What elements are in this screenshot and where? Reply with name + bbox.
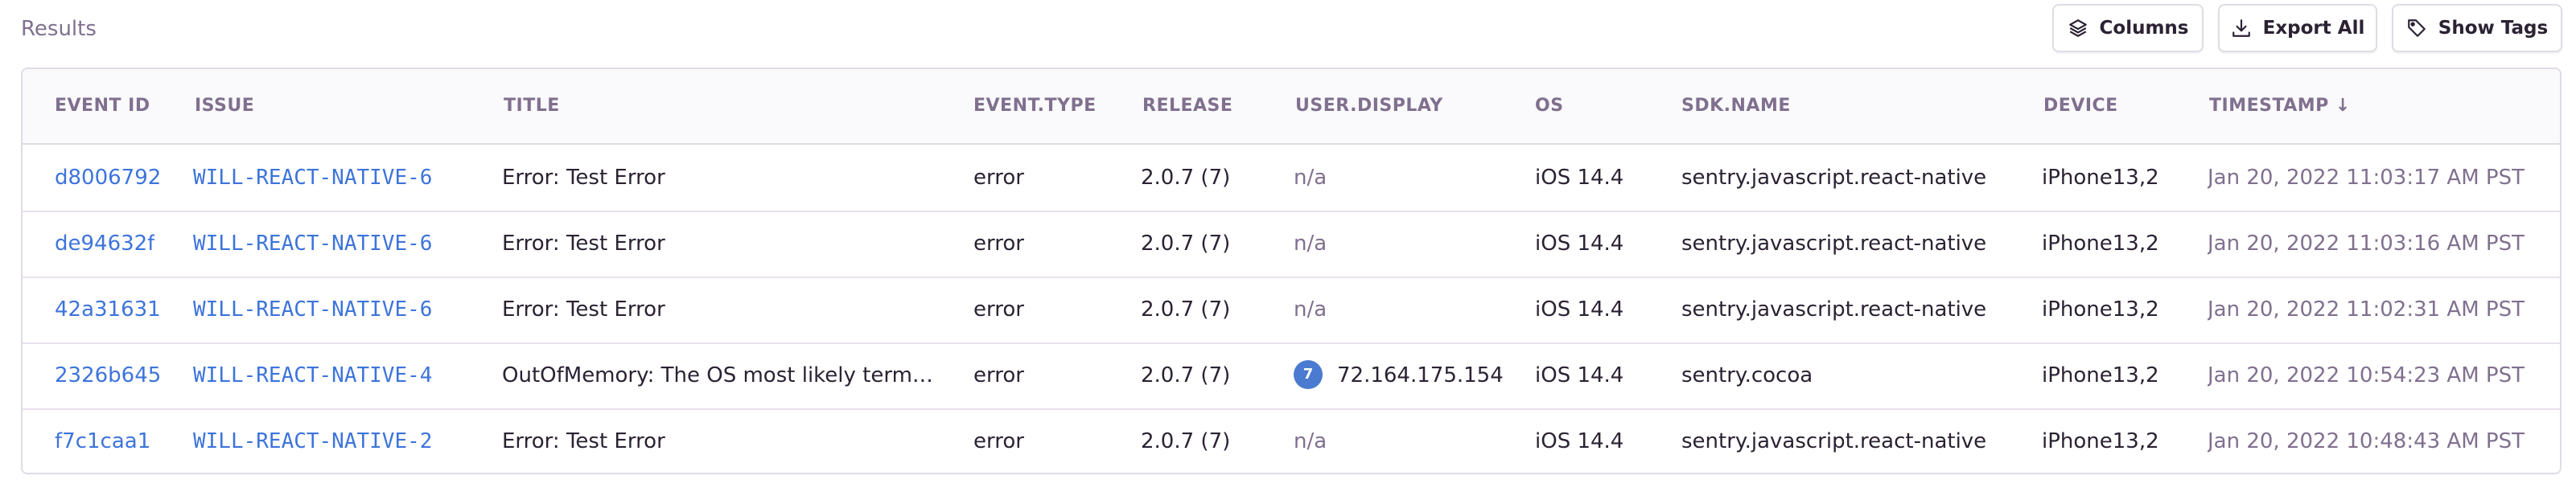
os-cell: iOS 14.4: [1535, 363, 1624, 387]
column-header-event-type[interactable]: EVENT.TYPE: [973, 69, 1097, 143]
event-type-cell: error: [973, 297, 1024, 322]
column-header-issue[interactable]: ISSUE: [195, 69, 254, 143]
title-cell[interactable]: Error: Test Error: [502, 211, 953, 277]
title-cell[interactable]: OutOfMemory: The OS most likely term…: [502, 342, 953, 408]
tag-icon: [2407, 19, 2426, 37]
title-cell[interactable]: Error: Test Error: [502, 145, 953, 211]
timestamp-cell: Jan 20, 2022 11:02:31 AM PST: [2208, 297, 2525, 322]
show-tags-button-label: Show Tags: [2438, 18, 2549, 39]
release-link[interactable]: 2.0.7 (7): [1141, 277, 1230, 342]
title-cell[interactable]: Error: Test Error: [502, 408, 953, 473]
timestamp-cell: Jan 20, 2022 11:03:16 AM PST: [2208, 232, 2525, 256]
table-row: f7c1caa1 WILL-REACT-NATIVE-2 Error: Test E…: [23, 408, 2560, 473]
user-display-cell: n/a: [1294, 429, 1327, 453]
column-header-event-id[interactable]: EVENT ID: [55, 69, 150, 143]
column-header-title[interactable]: TITLE: [504, 69, 560, 143]
device-cell: iPhone13,2: [2042, 166, 2159, 190]
issue-link[interactable]: WILL-REACT-NATIVE-6: [193, 211, 432, 277]
issue-link[interactable]: WILL-REACT-NATIVE-4: [193, 342, 432, 408]
device-cell: iPhone13,2: [2042, 363, 2159, 387]
event-id-link[interactable]: de94632f: [55, 211, 154, 277]
table-row: 42a31631 WILL-REACT-NATIVE-6 Error: Test E…: [23, 277, 2560, 344]
export-all-button-label: Export All: [2262, 18, 2365, 39]
user-display-value: 72.164.175.154: [1337, 363, 1504, 387]
sdk-name-cell: sentry.javascript.react-native: [1681, 232, 1987, 256]
event-id-link[interactable]: 2326b645: [55, 342, 161, 408]
table-row: d8006792 WILL-REACT-NATIVE-6 Error: Test E…: [23, 145, 2560, 212]
timestamp-cell: Jan 20, 2022 10:54:23 AM PST: [2208, 363, 2525, 387]
os-cell: iOS 14.4: [1535, 166, 1624, 190]
avatar: 7: [1294, 359, 1323, 389]
release-link[interactable]: 2.0.7 (7): [1141, 211, 1230, 277]
event-id-link[interactable]: f7c1caa1: [55, 408, 150, 473]
event-type-cell: error: [973, 232, 1024, 256]
table-row: 2326b645 WILL-REACT-NATIVE-4 OutOfMemory: …: [23, 342, 2560, 410]
results-title: Results: [21, 17, 97, 41]
sdk-name-cell: sentry.javascript.react-native: [1681, 297, 1987, 322]
issue-link[interactable]: WILL-REACT-NATIVE-6: [193, 277, 432, 342]
column-header-device[interactable]: DEVICE: [2043, 69, 2118, 143]
sdk-name-cell: sentry.javascript.react-native: [1681, 429, 1987, 453]
os-cell: iOS 14.4: [1535, 297, 1624, 322]
column-header-release[interactable]: RELEASE: [1142, 69, 1232, 143]
timestamp-cell: Jan 20, 2022 10:48:43 AM PST: [2208, 429, 2525, 453]
issue-link[interactable]: WILL-REACT-NATIVE-6: [193, 145, 432, 211]
table-header: EVENT ID ISSUE TITLE EVENT.TYPE RELEASE …: [23, 69, 2560, 145]
column-header-sdk-name[interactable]: SDK.NAME: [1681, 69, 1791, 143]
os-cell: iOS 14.4: [1535, 429, 1624, 453]
device-cell: iPhone13,2: [2042, 232, 2159, 256]
event-id-link[interactable]: 42a31631: [55, 277, 161, 342]
results-header: Results Columns Export All Show Tags: [0, 0, 2576, 64]
layers-icon: [2068, 19, 2087, 37]
device-cell: iPhone13,2: [2042, 297, 2159, 322]
column-header-timestamp[interactable]: TIMESTAMP ↓: [2209, 69, 2351, 143]
download-icon: [2232, 19, 2250, 37]
timestamp-cell: Jan 20, 2022 11:03:17 AM PST: [2208, 166, 2525, 190]
columns-button-label: Columns: [2099, 18, 2189, 39]
release-link[interactable]: 2.0.7 (7): [1141, 342, 1230, 408]
user-display-cell: n/a: [1294, 232, 1327, 256]
title-cell[interactable]: Error: Test Error: [502, 277, 953, 342]
export-all-button[interactable]: Export All: [2218, 4, 2377, 52]
device-cell: iPhone13,2: [2042, 429, 2159, 453]
results-table: EVENT ID ISSUE TITLE EVENT.TYPE RELEASE …: [21, 68, 2562, 474]
sdk-name-cell: sentry.javascript.react-native: [1681, 166, 1987, 190]
user-display-cell: 7 72.164.175.154: [1294, 342, 1504, 408]
show-tags-button[interactable]: Show Tags: [2392, 4, 2562, 52]
column-header-os[interactable]: OS: [1535, 69, 1564, 143]
sdk-name-cell: sentry.cocoa: [1681, 363, 1813, 387]
table-row: de94632f WILL-REACT-NATIVE-6 Error: Test E…: [23, 211, 2560, 278]
issue-link[interactable]: WILL-REACT-NATIVE-2: [193, 408, 432, 473]
user-display-cell: n/a: [1294, 166, 1327, 190]
release-link[interactable]: 2.0.7 (7): [1141, 145, 1230, 211]
os-cell: iOS 14.4: [1535, 232, 1624, 256]
event-type-cell: error: [973, 166, 1024, 190]
columns-button[interactable]: Columns: [2052, 4, 2204, 52]
release-link[interactable]: 2.0.7 (7): [1141, 408, 1230, 473]
user-display-cell: n/a: [1294, 297, 1327, 322]
event-id-link[interactable]: d8006792: [55, 145, 161, 211]
event-type-cell: error: [973, 429, 1024, 453]
sort-descending-icon: ↓: [2335, 96, 2351, 116]
column-header-timestamp-label: TIMESTAMP: [2209, 96, 2329, 116]
event-type-cell: error: [973, 363, 1024, 387]
column-header-user-display[interactable]: USER.DISPLAY: [1295, 69, 1443, 143]
